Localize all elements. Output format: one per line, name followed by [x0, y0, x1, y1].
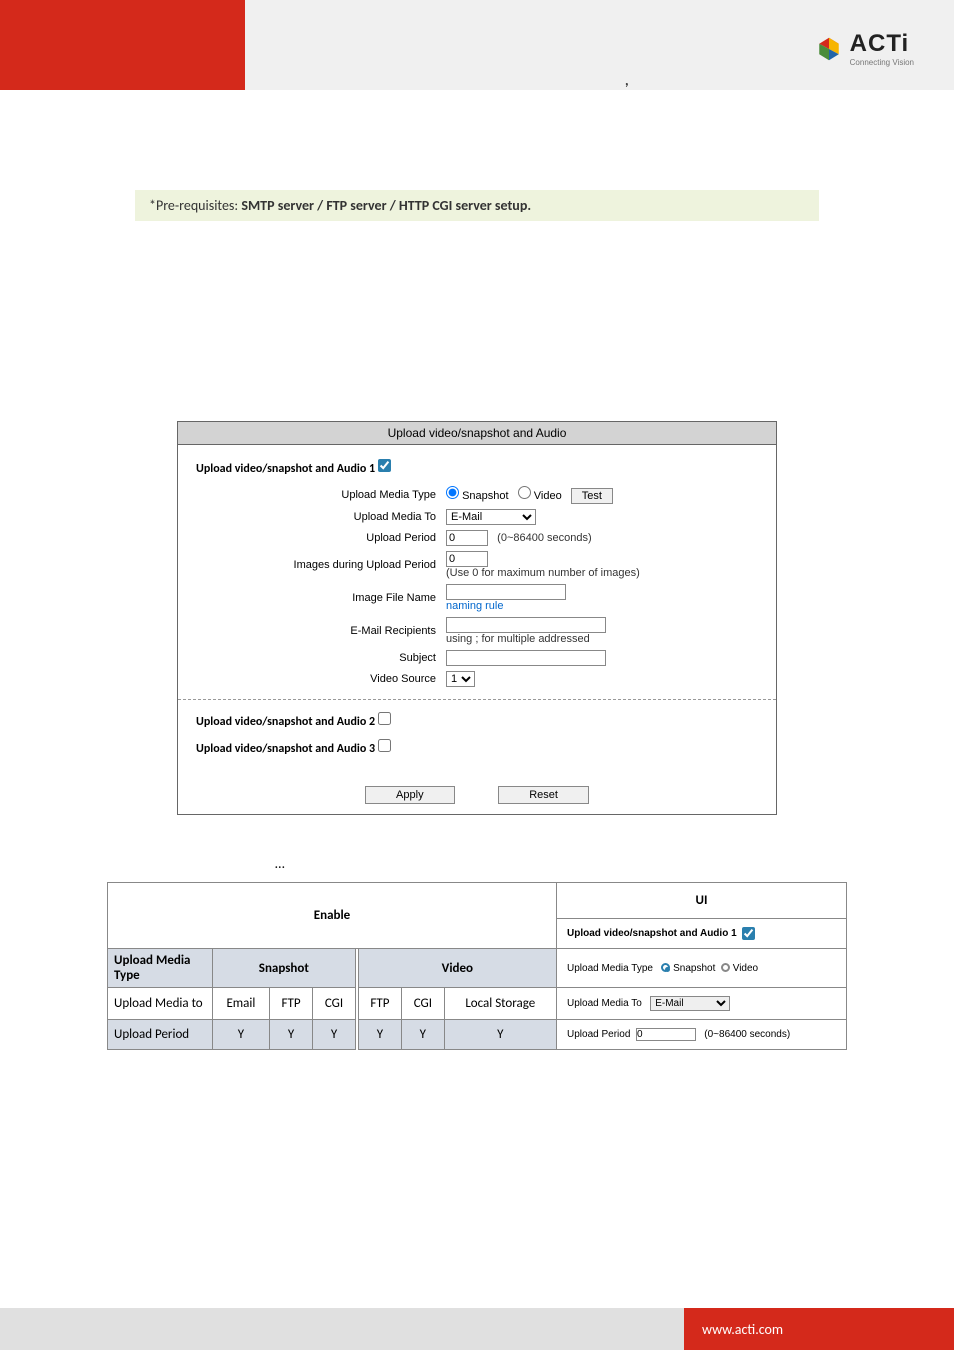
ui-snapshot-text: Snapshot: [673, 963, 715, 974]
cell-period-2: Y: [269, 1020, 312, 1050]
images-during-label: Images during Upload Period: [196, 559, 446, 571]
upload-media-to-select[interactable]: E-Mail: [446, 509, 536, 525]
comma-mark: ,: [625, 72, 629, 89]
cell-video-ftp: FTP: [358, 988, 401, 1020]
video-group-header: Video: [358, 949, 556, 988]
subject-label: Subject: [196, 652, 446, 664]
upload-rule-2-header: Upload video/snapshot and Audio 2: [196, 712, 758, 729]
page-footer: www.acti.com: [0, 1308, 954, 1350]
ui-period-cell: Upload Period (0~86400 seconds): [563, 1024, 840, 1045]
images-during-hint: (Use 0 for maximum number of images): [446, 567, 640, 579]
footer-url: www.acti.com: [684, 1308, 954, 1350]
video-source-select[interactable]: 1: [446, 671, 475, 687]
upload-rule-1-header: Upload video/snapshot and Audio 1: [196, 459, 758, 476]
rule-1-label: Upload video/snapshot and Audio 1: [196, 462, 375, 476]
upload-media-to-row-label: Upload Media to: [108, 988, 213, 1020]
ui-period-hint: (0~86400 seconds): [704, 1029, 790, 1040]
ui-media-type-cell: Upload Media Type Snapshot Video: [563, 959, 840, 978]
cell-period-3: Y: [313, 1020, 355, 1050]
snapshot-radio[interactable]: [446, 486, 459, 499]
acti-logo-icon: [814, 34, 844, 64]
upload-media-to-label: Upload Media To: [196, 511, 446, 523]
video-radio[interactable]: [518, 486, 531, 499]
upload-period-row-label: Upload Period: [108, 1020, 213, 1050]
image-file-name-input[interactable]: [446, 584, 566, 600]
divider: [178, 699, 776, 700]
ui-period-input[interactable]: [636, 1028, 696, 1041]
email-recipients-input[interactable]: [446, 617, 606, 633]
cell-period-4: Y: [358, 1020, 401, 1050]
images-during-input[interactable]: [446, 551, 488, 567]
cell-period-5: Y: [402, 1020, 444, 1050]
brand-logo: ACTi Connecting Vision: [814, 30, 914, 67]
ui-video-radio-icon: [721, 963, 730, 972]
ui-media-to-select[interactable]: E-Mail: [650, 996, 730, 1011]
page-header: , ACTi Connecting Vision: [0, 0, 954, 90]
email-recipients-hint: using ; for multiple addressed: [446, 633, 590, 645]
email-recipients-label: E-Mail Recipients: [196, 625, 446, 637]
prereq-text: SMTP server / FTP server / HTTP CGI serv…: [241, 197, 531, 214]
ui-media-type-label: Upload Media Type: [567, 963, 653, 974]
cell-video-local: Local Storage: [444, 988, 556, 1020]
cell-snapshot-email: Email: [213, 988, 270, 1020]
prereq-prefix: *Pre-requisites:: [149, 197, 241, 214]
rule-2-enable-checkbox[interactable]: [378, 712, 391, 725]
rule-3-label: Upload video/snapshot and Audio 3: [196, 742, 375, 756]
ui-media-to-label: Upload Media To: [567, 998, 642, 1009]
snapshot-option-text: Snapshot: [462, 490, 508, 502]
ellipsis-text: …: [275, 855, 849, 872]
ui-video-text: Video: [733, 963, 758, 974]
upload-rule-3-header: Upload video/snapshot and Audio 3: [196, 739, 758, 756]
ui-period-label: Upload Period: [567, 1029, 630, 1040]
cell-snapshot-ftp: FTP: [269, 988, 312, 1020]
cell-video-cgi: CGI: [402, 988, 444, 1020]
upload-config-panel: Upload video/snapshot and Audio Upload v…: [177, 421, 777, 815]
panel-title: Upload video/snapshot and Audio: [178, 422, 776, 445]
snapshot-group-header: Snapshot: [213, 949, 356, 988]
options-table: Enable UI Upload video/snapshot and Audi…: [107, 882, 847, 1050]
logo-text: ACTi: [850, 30, 914, 58]
subject-input[interactable]: [446, 650, 606, 666]
upload-period-hint: (0~86400 seconds): [497, 532, 591, 544]
upload-media-type-row-label: Upload Media Type: [108, 949, 213, 988]
ui-enable-label: Upload video/snapshot and Audio 1: [567, 928, 737, 939]
ui-enable-checkbox[interactable]: [742, 927, 755, 940]
enable-header: Enable: [108, 883, 557, 949]
upload-period-label: Upload Period: [196, 532, 446, 544]
cell-period-1: Y: [213, 1020, 270, 1050]
rule-1-enable-checkbox[interactable]: [378, 459, 391, 472]
rule-2-label: Upload video/snapshot and Audio 2: [196, 715, 375, 729]
prerequisites-note: *Pre-requisites: SMTP server / FTP serve…: [135, 190, 819, 221]
ui-snapshot-radio-icon: [661, 963, 670, 972]
ui-enable-cell: Upload video/snapshot and Audio 1: [563, 923, 840, 944]
logo-tagline: Connecting Vision: [850, 58, 914, 67]
upload-period-input[interactable]: [446, 530, 488, 546]
apply-button[interactable]: Apply: [365, 786, 455, 804]
cell-snapshot-cgi: CGI: [313, 988, 355, 1020]
upload-media-type-label: Upload Media Type: [196, 489, 446, 501]
test-button[interactable]: Test: [571, 488, 613, 504]
cell-period-6: Y: [444, 1020, 556, 1050]
ui-header: UI: [557, 883, 847, 919]
naming-rule-link[interactable]: naming rule: [446, 600, 503, 612]
video-option-text: Video: [534, 490, 562, 502]
footer-gray: [0, 1308, 684, 1350]
header-right: , ACTi Connecting Vision: [245, 0, 954, 90]
reset-button[interactable]: Reset: [498, 786, 589, 804]
red-sidebar-header: [0, 0, 245, 90]
image-file-name-label: Image File Name: [196, 592, 446, 604]
video-source-label: Video Source: [196, 673, 446, 685]
rule-3-enable-checkbox[interactable]: [378, 739, 391, 752]
ui-media-to-cell: Upload Media To E-Mail: [563, 992, 840, 1015]
